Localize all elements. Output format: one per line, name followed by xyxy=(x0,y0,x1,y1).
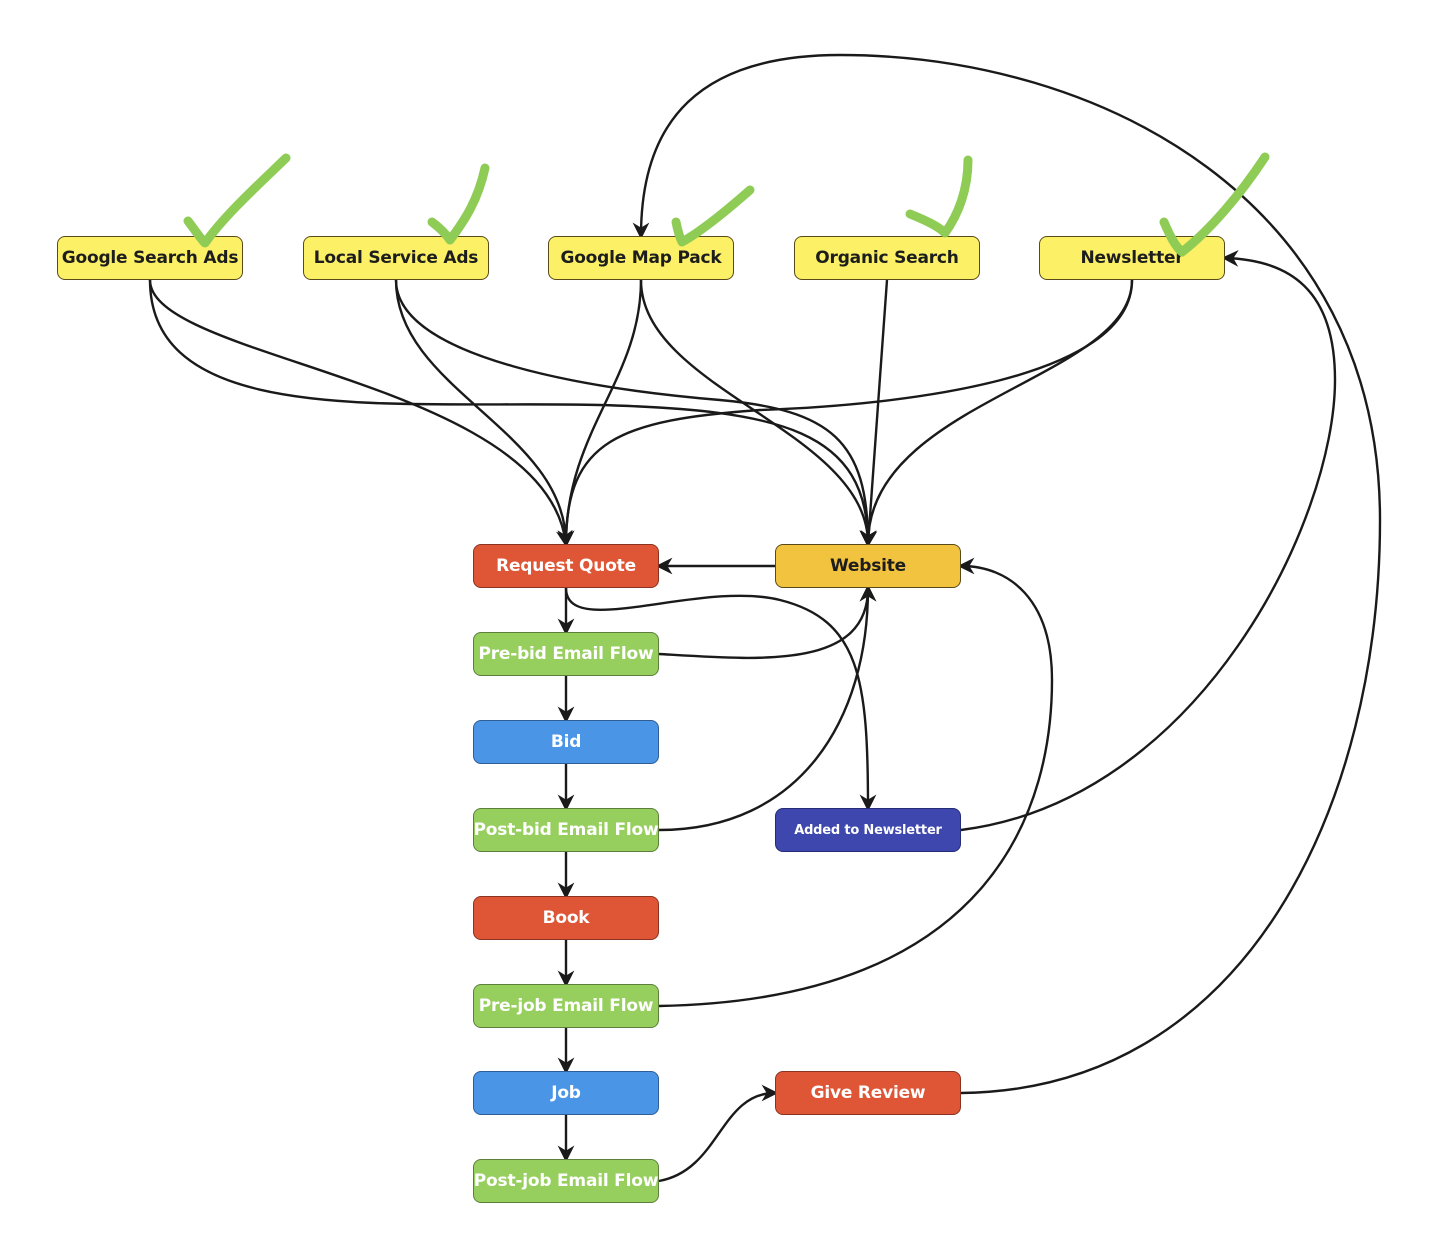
edge-added-to-news xyxy=(960,250,1337,832)
edge-postbid-to-web xyxy=(658,584,877,832)
node-label: Bid xyxy=(550,732,582,752)
edge-review-to-gmp xyxy=(632,53,1382,1095)
edge-gmp-to-rq xyxy=(557,279,643,548)
node-label: Pre-bid Email Flow xyxy=(478,644,654,664)
edge-postjob-to-review xyxy=(658,1084,779,1183)
node-label: Give Review xyxy=(810,1083,926,1103)
edge-gsa-to-web xyxy=(148,279,877,548)
node-label: Organic Search xyxy=(815,248,959,268)
node-local-service-ads[interactable]: Local Service Ads xyxy=(303,236,489,280)
node-label: Pre-job Email Flow xyxy=(478,996,654,1016)
node-label: Book xyxy=(542,908,590,928)
node-label: Google Search Ads xyxy=(61,248,239,268)
node-google-search-ads[interactable]: Google Search Ads xyxy=(57,236,243,280)
diagram-canvas: Google Search Ads Local Service Ads Goog… xyxy=(0,0,1446,1250)
node-post-job-email-flow[interactable]: Post-job Email Flow xyxy=(473,1159,659,1203)
node-post-bid-email-flow[interactable]: Post-bid Email Flow xyxy=(473,808,659,852)
node-label: Post-bid Email Flow xyxy=(473,820,659,840)
node-request-quote[interactable]: Request Quote xyxy=(473,544,659,588)
node-label: Added to Newsletter xyxy=(794,822,942,838)
node-label: Post-job Email Flow xyxy=(473,1171,659,1191)
edge-gsa-to-rq xyxy=(148,279,573,548)
node-newsletter[interactable]: Newsletter xyxy=(1039,236,1225,280)
node-organic-search[interactable]: Organic Search xyxy=(794,236,980,280)
node-label: Request Quote xyxy=(496,556,636,576)
node-website[interactable]: Website xyxy=(775,544,961,588)
node-label: Newsletter xyxy=(1080,248,1184,268)
edge-gmp-to-web xyxy=(639,279,877,548)
node-give-review[interactable]: Give Review xyxy=(775,1071,961,1115)
node-label: Website xyxy=(829,556,907,576)
node-google-map-pack[interactable]: Google Map Pack xyxy=(548,236,734,280)
edges-layer xyxy=(148,53,1382,1183)
node-bid[interactable]: Bid xyxy=(473,720,659,764)
edge-prejob-to-web xyxy=(658,557,1054,1008)
node-pre-bid-email-flow[interactable]: Pre-bid Email Flow xyxy=(473,632,659,676)
edge-lsa-to-web xyxy=(394,279,877,548)
node-pre-job-email-flow[interactable]: Pre-job Email Flow xyxy=(473,984,659,1028)
node-label: Google Map Pack xyxy=(560,248,722,268)
edge-lsa-to-rq xyxy=(394,279,575,548)
node-added-to-newsletter[interactable]: Added to Newsletter xyxy=(775,808,961,852)
edge-org-to-web xyxy=(860,279,889,548)
edge-news-to-web xyxy=(859,279,1134,548)
node-label: Local Service Ads xyxy=(313,248,479,268)
node-job[interactable]: Job xyxy=(473,1071,659,1115)
node-book[interactable]: Book xyxy=(473,896,659,940)
edge-rq-to-added xyxy=(564,587,877,812)
node-label: Job xyxy=(551,1083,581,1103)
